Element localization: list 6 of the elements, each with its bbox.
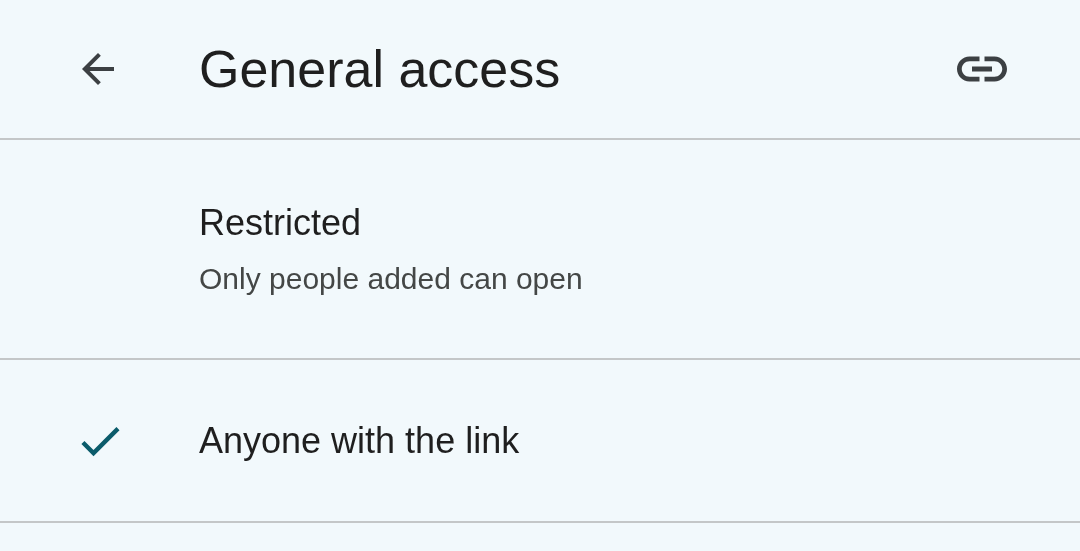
option-description: Only people added can open xyxy=(199,262,583,296)
option-label: Anyone with the link xyxy=(199,419,520,462)
access-option[interactable]: Anyone with the link xyxy=(0,360,1080,523)
option-label: Restricted xyxy=(199,202,363,244)
page-title: General access xyxy=(199,39,562,99)
access-option[interactable]: Restricted Only people added can open xyxy=(0,140,1080,360)
